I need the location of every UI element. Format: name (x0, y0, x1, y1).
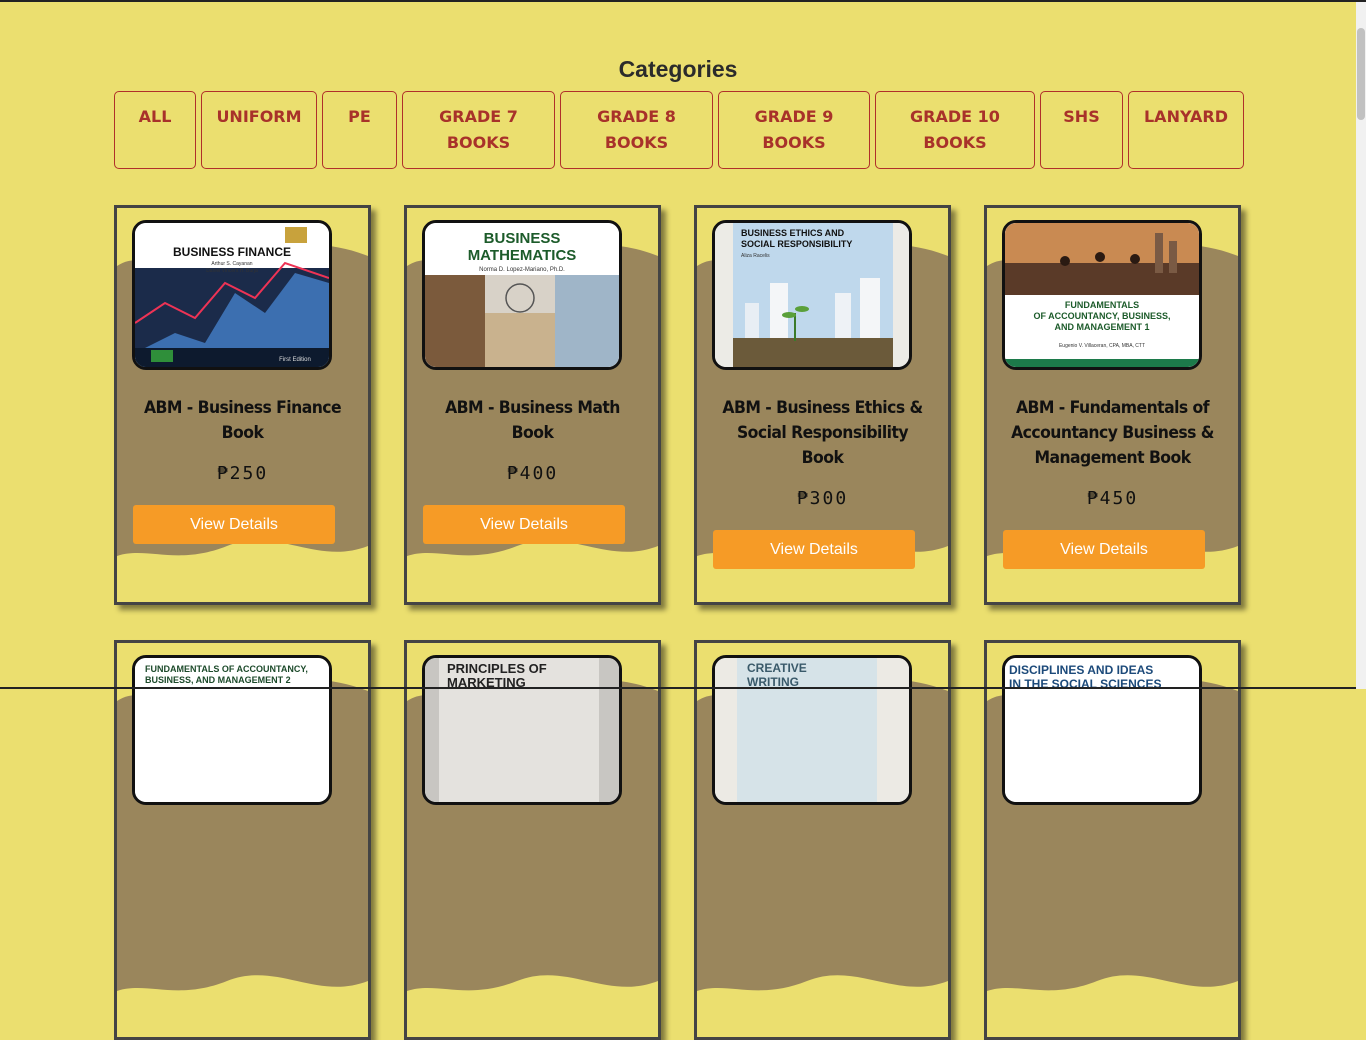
vertical-scrollbar[interactable] (1356, 2, 1366, 689)
cover-author: Eugenio V. Villaceran, CPA, MBA, CTT (1059, 343, 1145, 349)
product-title-line: Book (801, 448, 844, 468)
product-card: CREATIVE WRITING (694, 640, 951, 1040)
view-details-button[interactable]: View Details (423, 505, 625, 544)
product-title-line: ABM - Fundamentals of (1015, 398, 1210, 418)
category-label-line2: BOOKS (762, 133, 826, 152)
cover-title-3: AND MANAGEMENT 1 (1054, 322, 1149, 332)
product-price: ₱400 (506, 463, 559, 484)
cover-title: CREATIVE (747, 661, 807, 675)
category-label: GRADE 7 (439, 107, 518, 126)
category-label: GRADE 9 (754, 107, 834, 126)
book-cover-image: BUSINESS MATHEMATICS Norma D. Lopez-Mari… (425, 223, 619, 367)
product-card: DISCIPLINES AND IDEAS IN THE SOCIAL SCIE… (984, 640, 1241, 1040)
view-details-button[interactable]: View Details (713, 530, 915, 569)
category-label-line2: BOOKS (446, 133, 511, 152)
product-card: BUSINESS ETHICS AND SOCIAL RESPONSIBILIT… (694, 205, 951, 605)
product-image[interactable]: FUNDAMENTALS OF ACCOUNTANCY, BUSINESS, A… (132, 655, 332, 805)
cover-title: DISCIPLINES AND IDEAS (1009, 663, 1153, 677)
product-card: FUNDAMENTALS OF ACCOUNTANCY, BUSINESS, A… (984, 205, 1241, 605)
product-title-line: ABM - Business Ethics & (722, 398, 923, 418)
cover-title: FUNDAMENTALS (1065, 300, 1139, 310)
category-lanyard[interactable]: LANYARD (1128, 91, 1244, 169)
product-card: BUSINESS FINANCE Arthur S. Cayanan Danie… (114, 205, 371, 605)
category-grade-9-books[interactable]: GRADE 9 BOOKS (718, 91, 870, 169)
cover-title: BUSINESS (484, 230, 561, 247)
category-bar: ALL UNIFORM PE GRADE 7 BOOKS GRADE 8 BOOKS… (0, 91, 1356, 173)
category-grade-7-books[interactable]: GRADE 7 BOOKS (402, 91, 555, 169)
product-price: ₱300 (796, 488, 849, 509)
product-title-line: Book (221, 423, 264, 443)
product-image[interactable]: CREATIVE WRITING (712, 655, 912, 805)
category-label: SHS (1063, 107, 1100, 126)
product-card: BUSINESS MATHEMATICS Norma D. Lopez-Mari… (404, 205, 661, 605)
product-card: PRINCIPLES OF MARKETING (404, 640, 661, 1040)
category-label: GRADE 8 (597, 107, 676, 126)
product-title-line: ABM - Business Finance (143, 398, 342, 418)
product-image[interactable]: BUSINESS ETHICS AND SOCIAL RESPONSIBILIT… (712, 220, 912, 370)
product-title: ABM - Business Finance Book (134, 396, 350, 446)
product-image[interactable]: BUSINESS MATHEMATICS Norma D. Lopez-Mari… (422, 220, 622, 370)
product-image[interactable]: DISCIPLINES AND IDEAS IN THE SOCIAL SCIE… (1002, 655, 1202, 805)
category-label-line2: BOOKS (604, 133, 669, 152)
category-grade-10-books[interactable]: GRADE 10 BOOKS (875, 91, 1035, 169)
cover-title: FUNDAMENTALS OF ACCOUNTANCY, (145, 664, 308, 674)
book-cover-image: CREATIVE WRITING (715, 658, 909, 802)
product-title-line: Management Book (1034, 448, 1191, 468)
category-label: ALL (138, 107, 172, 126)
product-title: ABM - Fundamentals of Accountancy Busines… (1004, 396, 1220, 471)
cover-author: Arthur S. Cayanan (211, 261, 252, 267)
product-title: ABM - Business Math Book (424, 396, 640, 446)
cover-title-2: SOCIAL RESPONSIBILITY (741, 239, 852, 249)
book-cover-image: BUSINESS FINANCE Arthur S. Cayanan Danie… (135, 223, 329, 367)
category-all[interactable]: ALL (114, 91, 196, 169)
product-title-line: Social Responsibility (736, 423, 909, 443)
category-uniform[interactable]: UNIFORM (201, 91, 317, 169)
cover-edition: First Edition (279, 357, 311, 363)
category-label: LANYARD (1143, 107, 1228, 126)
category-label: PE (348, 107, 371, 126)
cover-title-2: MATHEMATICS (468, 247, 577, 264)
view-details-button[interactable]: View Details (1003, 530, 1205, 569)
cover-title: PRINCIPLES OF (447, 661, 547, 676)
book-cover-image: BUSINESS ETHICS AND SOCIAL RESPONSIBILIT… (715, 223, 909, 367)
page-heading: Categories (618, 56, 738, 82)
product-price: ₱450 (1086, 488, 1139, 509)
category-label-line2: BOOKS (923, 133, 987, 152)
cover-author: Norma D. Lopez-Mariano, Ph.D. (479, 267, 565, 273)
cover-title-2: BUSINESS, AND MANAGEMENT 2 (145, 675, 291, 685)
cover-title: BUSINESS FINANCE (173, 245, 291, 259)
scrollbar-thumb[interactable] (1357, 28, 1365, 120)
product-title: ABM - Business Ethics & Social Responsibi… (714, 396, 930, 471)
product-title-line: Accountancy Business & (1011, 423, 1214, 443)
product-image[interactable]: PRINCIPLES OF MARKETING (422, 655, 622, 805)
category-label: UNIFORM (216, 107, 302, 126)
product-card: FUNDAMENTALS OF ACCOUNTANCY, BUSINESS, A… (114, 640, 371, 1040)
view-details-button[interactable]: View Details (133, 505, 335, 544)
category-shs[interactable]: SHS (1040, 91, 1123, 169)
book-cover-image: FUNDAMENTALS OF ACCOUNTANCY, BUSINESS, A… (135, 658, 329, 802)
book-cover-image: PRINCIPLES OF MARKETING (425, 658, 619, 802)
category-pe[interactable]: PE (322, 91, 397, 169)
product-title-line: ABM - Business Math (445, 398, 620, 418)
product-image[interactable]: FUNDAMENTALS OF ACCOUNTANCY, BUSINESS, A… (1002, 220, 1202, 370)
category-label: GRADE 10 (910, 107, 1000, 126)
cover-title: BUSINESS ETHICS AND (741, 228, 845, 238)
product-image[interactable]: BUSINESS FINANCE Arthur S. Cayanan Danie… (132, 220, 332, 370)
cover-author-2: Daniel Vincent H. Burja (206, 268, 258, 274)
cover-title-2: OF ACCOUNTANCY, BUSINESS, (1033, 311, 1170, 321)
product-title-line: Book (511, 423, 554, 443)
cover-author: Aliza Racelis (741, 253, 770, 259)
book-cover-image: FUNDAMENTALS OF ACCOUNTANCY, BUSINESS, A… (1005, 223, 1199, 367)
product-price: ₱250 (216, 463, 269, 484)
category-grade-8-books[interactable]: GRADE 8 BOOKS (560, 91, 713, 169)
book-cover-image: DISCIPLINES AND IDEAS IN THE SOCIAL SCIE… (1005, 658, 1199, 802)
